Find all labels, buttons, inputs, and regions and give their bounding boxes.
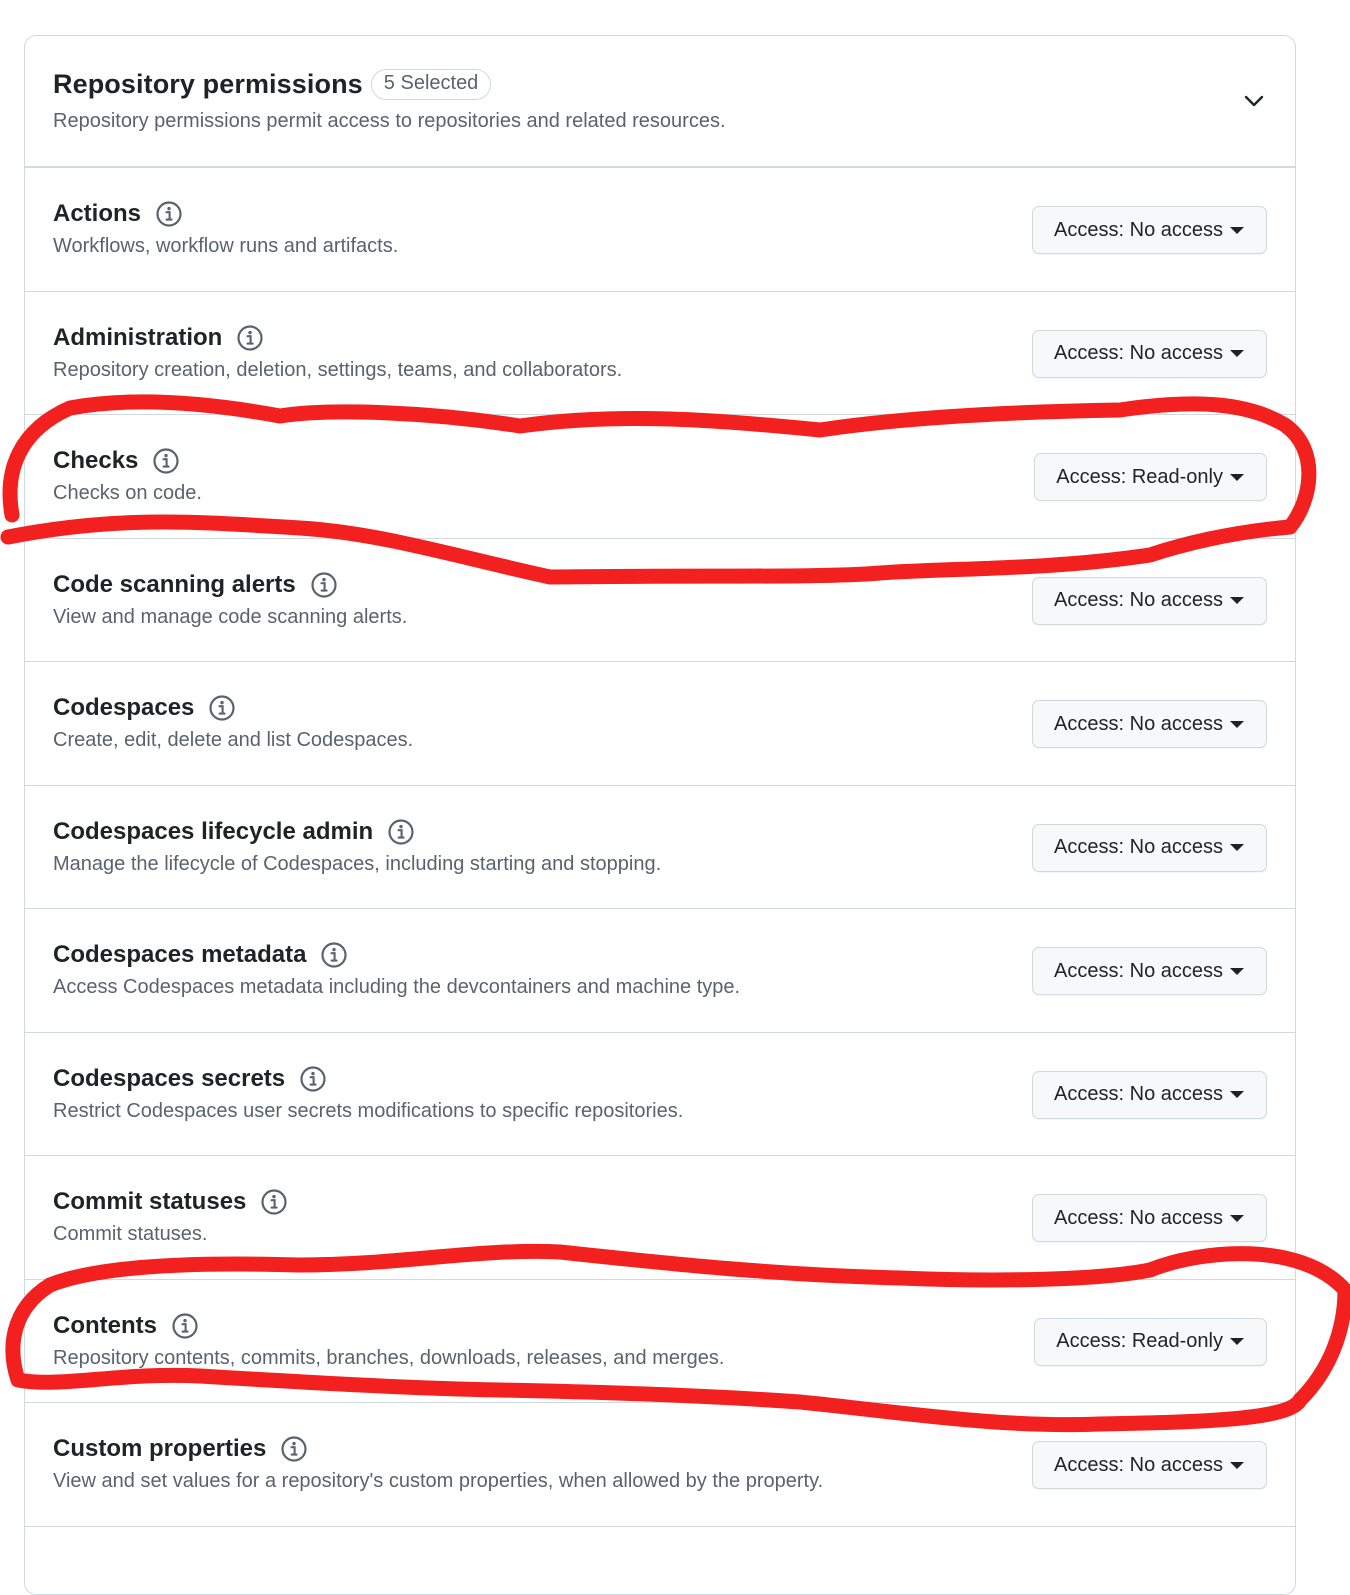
caret-down-icon — [1230, 844, 1244, 851]
caret-down-icon — [1230, 1461, 1244, 1469]
access-level-label: Access: No access — [1054, 1453, 1223, 1476]
info-icon[interactable] — [259, 1187, 289, 1217]
permission-title: Actions — [53, 200, 142, 227]
permission-row: Codespaces Create, edit, delete and list … — [25, 662, 1295, 786]
permission-title: Contents — [53, 1311, 157, 1339]
caret-down-icon — [1230, 720, 1244, 728]
access-level-label: Access: No access — [1054, 589, 1223, 611]
access-level-label: Access: Read-only — [1056, 1330, 1223, 1352]
access-level-label: Access: No access — [1054, 836, 1223, 858]
repository-permissions-panel: Repository permissions 5 Selected Reposi… — [24, 35, 1296, 1595]
info-icon[interactable] — [170, 1311, 200, 1341]
access-level-label: Access: Read-only — [1056, 465, 1223, 488]
access-level-dropdown[interactable]: Access: No access — [1032, 206, 1267, 254]
access-level-dropdown[interactable]: Access: No access — [1032, 576, 1267, 625]
permissions-header[interactable]: Repository permissions 5 Selected Reposi… — [25, 36, 1295, 168]
permission-row: Commit statuses Commit statuses. Access: N… — [25, 1156, 1295, 1280]
caret-down-icon — [1230, 1214, 1244, 1222]
permission-title: Administration — [53, 323, 223, 351]
permission-row: Code scanning alerts View and manage code… — [25, 539, 1295, 662]
access-level-label: Access: No access — [1054, 959, 1223, 982]
permission-row: Checks Checks on code. Access: Read-only — [25, 415, 1295, 539]
info-icon[interactable] — [319, 940, 349, 970]
permission-title: Commit statuses — [53, 1188, 247, 1215]
access-level-dropdown[interactable]: Access: No access — [1032, 823, 1267, 872]
header-description: Repository permissions permit access to … — [53, 110, 726, 132]
info-icon[interactable] — [207, 693, 237, 723]
access-level-label: Access: No access — [1054, 218, 1223, 241]
permission-row: Contents Repository contents, commits, br… — [25, 1280, 1295, 1403]
info-icon[interactable] — [386, 817, 416, 847]
access-level-label: Access: No access — [1054, 1206, 1223, 1229]
info-icon[interactable] — [154, 199, 184, 229]
permission-row: Codespaces secrets Restrict Codespaces us… — [25, 1033, 1295, 1156]
caret-down-icon — [1230, 967, 1244, 975]
info-icon[interactable] — [235, 323, 265, 353]
permission-title: Codespaces lifecycle admin — [53, 817, 374, 845]
permission-row: Codespaces lifecycle admin Manage the lif… — [25, 786, 1295, 909]
access-level-label: Access: No access — [1054, 342, 1223, 364]
access-level-label: Access: No access — [1054, 712, 1223, 735]
header-title-row: Repository permissions 5 Selected — [53, 69, 1267, 100]
caret-down-icon — [1230, 350, 1244, 357]
caret-down-icon — [1230, 226, 1244, 234]
caret-down-icon — [1230, 597, 1244, 604]
info-icon[interactable] — [298, 1064, 328, 1094]
selected-count-badge: 5 Selected — [370, 69, 492, 100]
permission-list: Actions Workflows, workflow runs and arti… — [25, 168, 1295, 1527]
permission-title: Custom properties — [53, 1435, 267, 1462]
access-level-label: Access: No access — [1054, 1083, 1223, 1105]
access-level-dropdown[interactable]: Access: No access — [1032, 1194, 1267, 1242]
page-title: Repository permissions — [53, 69, 363, 99]
access-level-dropdown[interactable]: Access: No access — [1032, 329, 1267, 378]
permission-row: Actions Workflows, workflow runs and arti… — [25, 168, 1295, 292]
permission-row: Custom properties View and set values for… — [25, 1403, 1295, 1527]
permission-title: Code scanning alerts — [53, 570, 296, 598]
access-level-dropdown[interactable]: Access: No access — [1032, 1441, 1267, 1489]
permission-title: Codespaces secrets — [53, 1064, 286, 1092]
info-icon[interactable] — [151, 446, 181, 476]
access-level-dropdown[interactable]: Access: No access — [1032, 947, 1267, 995]
permission-title: Codespaces — [53, 694, 195, 721]
permission-row: Administration Repository creation, delet… — [25, 292, 1295, 415]
permission-row: Codespaces metadata Access Codespaces met… — [25, 909, 1295, 1033]
permission-title: Codespaces metadata — [53, 941, 307, 968]
caret-down-icon — [1230, 1338, 1244, 1345]
info-icon[interactable] — [279, 1434, 309, 1464]
access-level-dropdown[interactable]: Access: Read-only — [1034, 1317, 1267, 1366]
chevron-down-icon[interactable] — [1243, 90, 1265, 112]
info-icon[interactable] — [309, 570, 339, 600]
access-level-dropdown[interactable]: Access: No access — [1032, 1070, 1267, 1119]
access-level-dropdown[interactable]: Access: Read-only — [1034, 453, 1267, 501]
caret-down-icon — [1230, 1091, 1244, 1098]
permission-title: Checks — [53, 447, 139, 474]
caret-down-icon — [1230, 473, 1244, 481]
access-level-dropdown[interactable]: Access: No access — [1032, 700, 1267, 748]
